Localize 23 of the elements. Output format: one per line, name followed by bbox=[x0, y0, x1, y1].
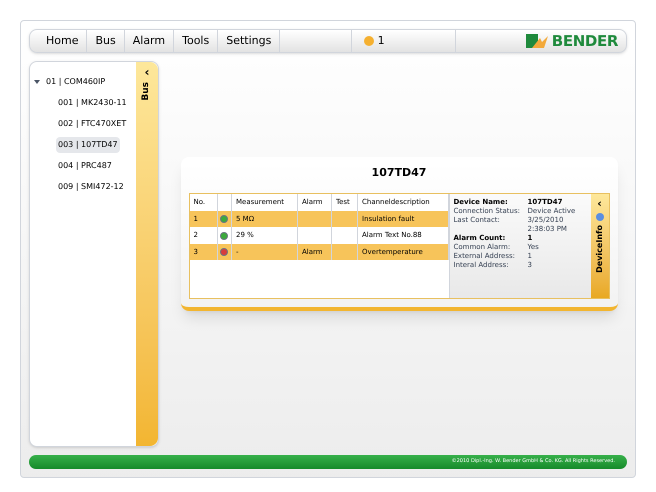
tree-item[interactable]: 003 | 107TD47 bbox=[56, 137, 120, 153]
device-info-tab-label: DeviceInfo bbox=[594, 225, 604, 274]
bus-tab[interactable]: ‹ Bus bbox=[136, 62, 158, 446]
tree-item[interactable]: 01 | COM460IP bbox=[44, 74, 108, 90]
tree-item[interactable]: 009 | SMI472-12 bbox=[56, 179, 126, 195]
menu-item[interactable]: Bus bbox=[87, 30, 125, 52]
logo-text: BENDER bbox=[552, 30, 618, 52]
device-info-tab[interactable]: ‹ DeviceInfo bbox=[590, 194, 608, 298]
logo-icon bbox=[526, 34, 548, 48]
menu-item[interactable]: Home bbox=[38, 30, 88, 52]
alarm-count[interactable]: 1 bbox=[378, 32, 385, 50]
bus-tab-label: Bus bbox=[140, 82, 152, 101]
card-title: 107TD47 bbox=[370, 164, 428, 181]
tree-item[interactable]: 002 | FTC470XET bbox=[56, 116, 128, 132]
menu-item[interactable]: Settings bbox=[218, 30, 280, 52]
tree-item[interactable]: 001 | MK2430-11 bbox=[56, 95, 129, 111]
collapse-icon[interactable]: ‹ bbox=[597, 198, 602, 210]
menu-item[interactable]: Tools bbox=[174, 30, 218, 52]
menu-item[interactable]: Alarm bbox=[124, 30, 174, 52]
tree-item[interactable]: 004 | PRC487 bbox=[56, 158, 114, 174]
expand-icon[interactable] bbox=[34, 80, 40, 84]
info-icon bbox=[596, 213, 604, 222]
collapse-icon[interactable]: ‹ bbox=[144, 66, 150, 78]
